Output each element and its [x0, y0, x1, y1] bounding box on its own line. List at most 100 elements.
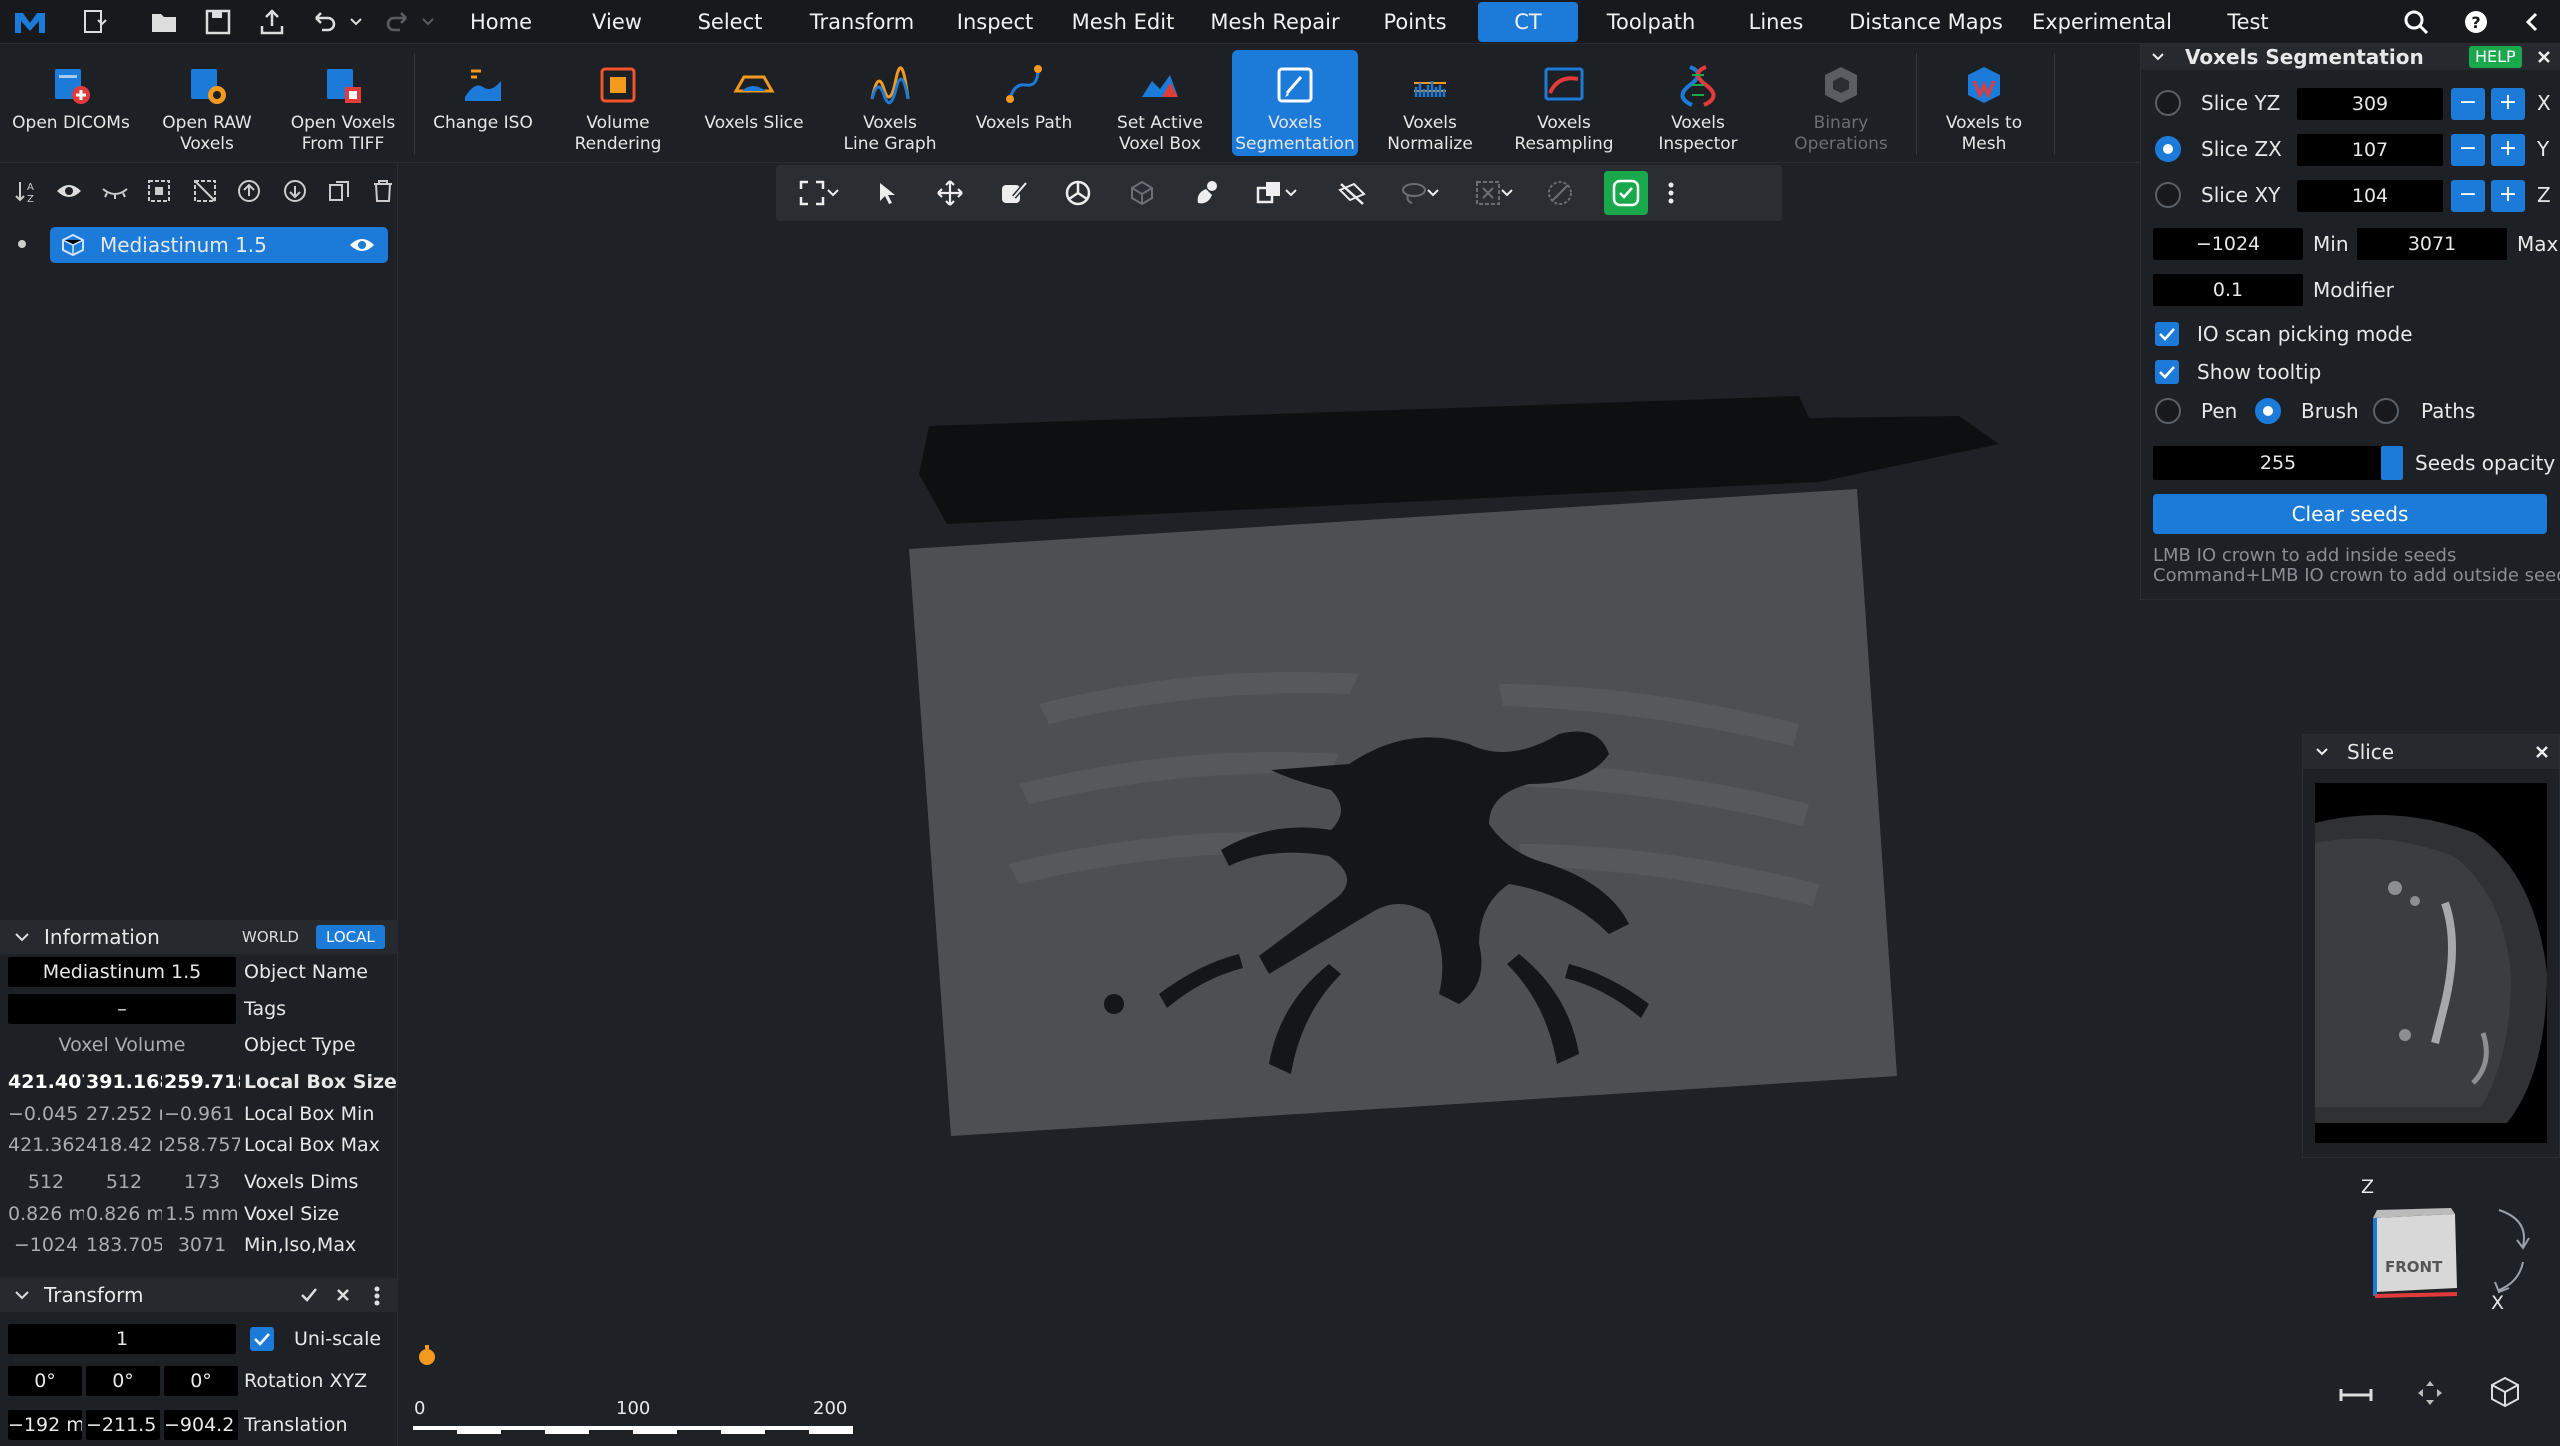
trash-icon[interactable] [366, 174, 400, 208]
modifier-field[interactable]: 0.1 [2153, 274, 2303, 306]
paint-icon[interactable] [1188, 175, 1224, 211]
timer-icon[interactable] [417, 1344, 437, 1366]
slice-xy-minus-button[interactable]: − [2451, 180, 2485, 212]
scene-item-mediastinum[interactable]: Mediastinum 1.5 [50, 227, 388, 263]
slice-header[interactable]: Slice [2303, 735, 2559, 769]
check-icon[interactable] [300, 1287, 318, 1303]
move-up-icon[interactable] [232, 174, 266, 208]
rotation-y-field-display[interactable]: 0° [86, 1366, 160, 1396]
eye-icon[interactable] [52, 174, 86, 208]
more-icon[interactable] [1660, 175, 1682, 211]
local-toggle[interactable]: LOCAL [316, 925, 385, 949]
close-icon[interactable] [2535, 745, 2549, 759]
measure-icon[interactable] [2339, 1386, 2373, 1404]
min-field[interactable]: −1024 [2153, 228, 2303, 260]
menu-view[interactable]: View [570, 0, 664, 44]
view-cube[interactable] [2365, 1204, 2485, 1304]
steering-icon[interactable] [1060, 175, 1096, 211]
select-all-icon[interactable] [142, 174, 176, 208]
menu-transform[interactable]: Transform [800, 0, 924, 44]
menu-points[interactable]: Points [1370, 0, 1460, 44]
voxels-slice-button[interactable]: Voxels Slice [692, 45, 816, 163]
slice-xy-field[interactable]: 104 [2297, 180, 2443, 212]
slice-yz-plus-button[interactable]: + [2491, 88, 2525, 120]
open-dicoms-button[interactable]: Open DICOMs [8, 45, 134, 163]
paths-radio[interactable] [2373, 398, 2399, 424]
menu-experimental[interactable]: Experimental [2024, 0, 2180, 44]
open-voxels-tiff-button[interactable]: Open Voxels From TIFF [280, 45, 406, 163]
chevron-down-icon[interactable] [338, 4, 374, 40]
slice-xy-radio[interactable] [2155, 182, 2181, 208]
voxels-line-graph-button[interactable]: Voxels Line Graph [828, 45, 952, 163]
clear-seeds-button[interactable]: Clear seeds [2153, 494, 2547, 534]
translation-z-field[interactable]: −904.2 n [164, 1410, 238, 1440]
menu-test[interactable]: Test [2196, 0, 2300, 44]
visibility-eye-icon[interactable] [348, 236, 376, 254]
rotation-x-field-display[interactable]: 0° [8, 1366, 82, 1396]
move-icon[interactable] [932, 175, 968, 211]
open-raw-voxels-button[interactable]: Open RAW Voxels [144, 45, 270, 163]
export-icon[interactable] [254, 4, 290, 40]
fit-view-icon[interactable] [2415, 1378, 2445, 1408]
scale-field[interactable]: 1 [8, 1324, 236, 1354]
help-icon[interactable]: ? [2458, 4, 2494, 40]
voxels-segmentation-button[interactable]: Voxels Segmentation [1232, 50, 1358, 156]
app-logo-icon[interactable] [12, 4, 48, 40]
chevron-down-icon[interactable] [1496, 175, 1518, 211]
pen-radio[interactable] [2155, 398, 2181, 424]
voxels-to-mesh-button[interactable]: Voxels to Mesh [1922, 45, 2046, 163]
close-icon[interactable] [2537, 50, 2551, 64]
tags-field[interactable]: – [8, 994, 236, 1024]
menu-toolpath[interactable]: Toolpath [1596, 0, 1706, 44]
pointer-icon[interactable] [868, 175, 904, 211]
world-toggle[interactable]: WORLD [236, 925, 305, 949]
slice-zx-field[interactable]: 107 [2297, 134, 2443, 166]
slice-preview-image[interactable] [2315, 783, 2547, 1143]
volume-rendering-button[interactable]: Volume Rendering [556, 45, 680, 163]
more-icon[interactable] [374, 1286, 380, 1306]
chevron-down-icon[interactable] [1422, 175, 1444, 211]
edit-mode-icon[interactable] [996, 175, 1032, 211]
open-folder-icon[interactable] [146, 4, 182, 40]
brush-radio[interactable] [2255, 398, 2281, 424]
uniscale-checkbox[interactable] [250, 1327, 274, 1351]
close-icon[interactable] [336, 1288, 350, 1302]
show-tooltip-checkbox[interactable] [2155, 360, 2179, 384]
seeds-opacity-slider-handle[interactable] [2381, 446, 2403, 480]
eye-closed-icon[interactable] [98, 174, 132, 208]
voxels-inspector-button[interactable]: Voxels Inspector [1636, 45, 1760, 163]
deselect-icon[interactable] [188, 174, 222, 208]
menu-lines[interactable]: Lines [1724, 0, 1828, 44]
hide-selected-icon[interactable] [1334, 175, 1370, 211]
slice-xy-plus-button[interactable]: + [2491, 180, 2525, 212]
menu-mesh-repair[interactable]: Mesh Repair [1200, 0, 1350, 44]
translation-x-field[interactable]: −192 mr [8, 1410, 82, 1440]
move-down-icon[interactable] [278, 174, 312, 208]
new-file-icon[interactable] [76, 4, 112, 40]
duplicate-icon[interactable] [322, 174, 356, 208]
slice-yz-field[interactable]: 309 [2297, 88, 2443, 120]
voxels-resampling-button[interactable]: Voxels Resampling [1502, 45, 1626, 163]
change-iso-button[interactable]: Change ISO [424, 45, 542, 163]
slice-zx-minus-button[interactable]: − [2451, 134, 2485, 166]
menu-ct[interactable]: CT [1478, 2, 1578, 42]
voxels-path-button[interactable]: Voxels Path [962, 45, 1086, 163]
menu-distance-maps[interactable]: Distance Maps [1846, 0, 2006, 44]
set-active-voxel-box-button[interactable]: Set Active Voxel Box [1098, 45, 1222, 163]
voxels-normalize-button[interactable]: Voxels Normalize [1368, 45, 1492, 163]
menu-mesh-edit[interactable]: Mesh Edit [1064, 0, 1182, 44]
seeds-opacity-field[interactable]: 255 [2153, 446, 2403, 480]
chevron-left-icon[interactable] [2514, 4, 2550, 40]
menu-select[interactable]: Select [680, 0, 780, 44]
chevron-down-icon[interactable] [822, 175, 844, 211]
translation-y-field[interactable]: −211.5 n [86, 1410, 160, 1440]
confirm-button[interactable] [1604, 171, 1648, 215]
segmentation-header[interactable]: Voxels Segmentation HELP [2141, 44, 2560, 70]
search-icon[interactable] [2398, 4, 2434, 40]
io-scan-checkbox[interactable] [2155, 322, 2179, 346]
information-header[interactable]: Information WORLD LOCAL [0, 920, 398, 954]
save-icon[interactable] [200, 4, 236, 40]
menu-inspect[interactable]: Inspect [944, 0, 1046, 44]
slice-zx-radio[interactable] [2155, 136, 2181, 162]
slice-zx-plus-button[interactable]: + [2491, 134, 2525, 166]
